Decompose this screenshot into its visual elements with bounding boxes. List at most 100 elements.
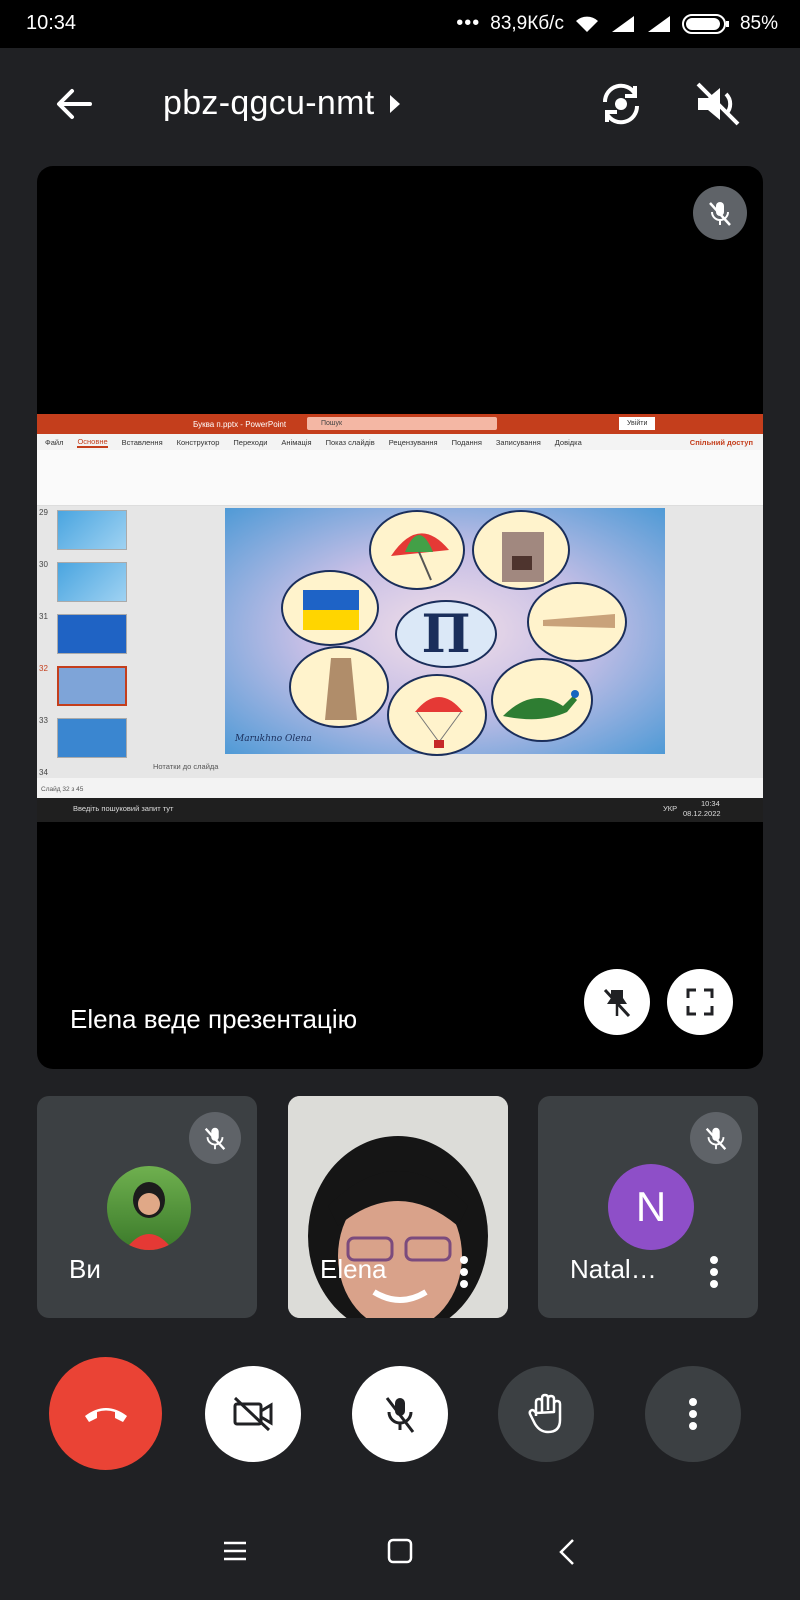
- back-button[interactable]: [50, 80, 98, 128]
- avatar: [107, 1166, 191, 1250]
- stove-picture: [472, 510, 570, 590]
- thumb-number: 33: [39, 716, 48, 725]
- pp-editor: 29 30 31 32 33 34 П Marukhno Olena Нотат…: [37, 506, 763, 778]
- parachute-picture: [387, 674, 487, 756]
- pp-tab: Конструктор: [176, 437, 220, 447]
- slide-thumb: [57, 718, 127, 758]
- participant-name: Ви: [69, 1254, 101, 1284]
- more-options-button[interactable]: [645, 1366, 741, 1462]
- back-chevron-icon[interactable]: [558, 1538, 576, 1566]
- wifi-icon: [575, 16, 598, 32]
- presentation-stage[interactable]: Буква п.pptx - PowerPoint Пошук Увійти Ф…: [37, 166, 763, 1069]
- pp-tab: Рецензування: [388, 437, 438, 447]
- taskbar-date: 08.12.2022: [683, 809, 721, 818]
- participant-tile-elena[interactable]: Elena: [288, 1096, 508, 1318]
- muted-badge: [690, 1112, 742, 1164]
- pp-tab: Записування: [495, 437, 541, 447]
- ukraine-flag-picture: [281, 570, 379, 646]
- unpin-icon: [603, 988, 631, 1018]
- status-right: ••• 83,9Кб/с 85%: [456, 12, 778, 35]
- arrow-back-icon: [57, 89, 92, 119]
- thumb-number: 34: [39, 768, 48, 777]
- pp-tab: Основне: [77, 436, 108, 448]
- battery-icon: [681, 13, 729, 34]
- camera-toggle-button[interactable]: [205, 1366, 301, 1462]
- letter-p-oval: П: [395, 600, 497, 668]
- fullscreen-button[interactable]: [667, 969, 733, 1035]
- shared-screen: Буква п.pptx - PowerPoint Пошук Увійти Ф…: [37, 414, 763, 822]
- thumb-number: 29: [39, 508, 48, 517]
- pp-ribbon-tabs: Файл Основне Вставлення Конструктор Пере…: [37, 434, 763, 450]
- notes-placeholder: Нотатки до слайда: [153, 762, 219, 771]
- caret-right-icon: [390, 94, 401, 113]
- windows-taskbar: Введіть пошуковий запит тут 10:34 08.12.…: [37, 798, 763, 822]
- slide-thumb-selected: [57, 666, 127, 706]
- slide-letter: П: [421, 604, 471, 665]
- presenting-label: Elena веде презентацію: [70, 1004, 358, 1034]
- mic-off-icon: [385, 1397, 415, 1433]
- videocam-off-icon: [233, 1396, 273, 1432]
- current-slide: П Marukhno Olena: [225, 508, 665, 756]
- muted-badge: [189, 1112, 241, 1164]
- slide-thumb: [57, 510, 127, 550]
- pp-tab: Анімація: [281, 437, 312, 447]
- slide-count: Слайд 32 з 45: [41, 786, 84, 793]
- participant-name: Natal…: [570, 1254, 657, 1284]
- participant-name: Elena: [320, 1254, 387, 1284]
- pp-tab: Вставлення: [121, 437, 163, 447]
- slide-thumbnails: 29 30 31 32 33 34: [37, 506, 147, 778]
- thumb-number: 31: [39, 612, 48, 621]
- pp-search-box: Пошук: [307, 417, 497, 430]
- mic-off-icon: [705, 1127, 727, 1150]
- more-dots-icon: •••: [456, 12, 481, 34]
- menu-icon[interactable]: [222, 1540, 248, 1562]
- avatar: N: [608, 1164, 694, 1250]
- end-call-button[interactable]: [49, 1357, 162, 1470]
- taskbar-search: Введіть пошуковий запит тут: [73, 804, 174, 813]
- pp-tab: Подання: [451, 437, 482, 447]
- more-options-icon[interactable]: [708, 1254, 720, 1290]
- mic-toggle-button[interactable]: [352, 1366, 448, 1462]
- fullscreen-icon: [686, 988, 714, 1016]
- status-time: 10:34: [26, 12, 77, 34]
- pp-ribbon: [37, 450, 763, 506]
- more-options-icon[interactable]: [458, 1254, 470, 1290]
- switch-camera-icon: [602, 83, 640, 125]
- volume-off-icon: [696, 82, 740, 126]
- switch-camera-button[interactable]: [593, 76, 649, 132]
- meeting-code: pbz-qgcu-nmt: [163, 84, 375, 122]
- taskbar-time: 10:34: [701, 799, 720, 808]
- participant-tile-self[interactable]: Ви: [37, 1096, 257, 1318]
- avatar-letter: N: [635, 1183, 667, 1230]
- pp-tab: Переходи: [233, 437, 268, 447]
- clothespin-picture: [527, 582, 627, 662]
- window-title: Буква п.pptx - PowerPoint: [193, 419, 287, 429]
- signal-icon: [611, 15, 634, 32]
- raise-hand-button[interactable]: [498, 1366, 594, 1462]
- home-square-icon[interactable]: [387, 1538, 413, 1564]
- presenter-muted-badge: [693, 186, 747, 240]
- umbrella-picture: [369, 510, 465, 590]
- thumb-number: 30: [39, 560, 48, 569]
- hand-icon: [528, 1393, 562, 1434]
- slide-thumb: [57, 614, 127, 654]
- pp-signin-button: Увійти: [619, 417, 656, 430]
- pp-tab: Показ слайдів: [325, 437, 375, 447]
- thumb-number: 32: [39, 664, 48, 673]
- more-vert-icon: [689, 1398, 697, 1430]
- network-speed: 83,9Кб/с: [490, 12, 564, 34]
- unpin-button[interactable]: [584, 969, 650, 1035]
- participant-tile-natalia[interactable]: N Natal…: [538, 1096, 758, 1318]
- meeting-title[interactable]: pbz-qgcu-nmt: [163, 84, 402, 123]
- slide-signature: Marukhno Olena: [235, 734, 312, 744]
- mic-off-icon: [709, 202, 731, 226]
- powerpoint-titlebar: Буква п.pptx - PowerPoint Пошук Увійти: [37, 414, 763, 434]
- system-nav-bar: [0, 1508, 800, 1600]
- speaker-toggle-button[interactable]: [690, 76, 746, 132]
- status-bar: 10:34 ••• 83,9Кб/с 85%: [0, 0, 800, 48]
- pp-share-label: Спільний доступ: [689, 437, 753, 447]
- meeting-header: pbz-qgcu-nmt: [0, 48, 800, 166]
- battery-level: 85%: [739, 12, 778, 34]
- peacock-picture: [491, 658, 593, 742]
- pp-statusline: Слайд 32 з 45: [37, 786, 763, 798]
